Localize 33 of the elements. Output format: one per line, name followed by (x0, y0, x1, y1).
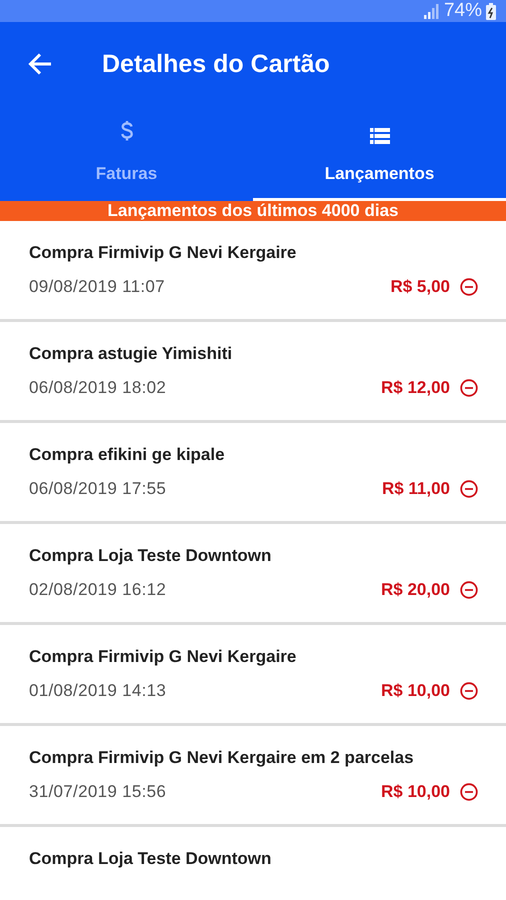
list-icon (370, 128, 390, 144)
transaction-date: 01/08/2019 14:13 (29, 681, 166, 701)
minus-circle-icon (460, 682, 478, 700)
transaction-description: Compra efikini ge kipale (29, 445, 225, 465)
transaction-amount: R$ 12,00 (381, 378, 450, 398)
transaction-description: Compra Firmivip G Nevi Kergaire em 2 parcelas (29, 748, 414, 768)
transaction-description: Compra Firmivip G Nevi Kergaire (29, 243, 296, 263)
transaction-date: 31/07/2019 15:56 (29, 782, 166, 802)
minus-circle-icon (460, 581, 478, 599)
transaction-description: Compra astugie Yimishiti (29, 344, 232, 364)
transaction-amount: R$ 5,00 (390, 277, 450, 297)
transaction-amount: R$ 10,00 (381, 681, 450, 701)
battery-charging-icon (486, 2, 496, 20)
transaction-date: 02/08/2019 16:12 (29, 580, 166, 600)
transaction-amount: R$ 11,00 (382, 479, 450, 499)
minus-circle-icon (460, 379, 478, 397)
back-arrow-icon (28, 53, 52, 75)
transaction-date: 06/08/2019 17:55 (29, 479, 166, 499)
transaction-description: Compra Firmivip G Nevi Kergaire (29, 647, 296, 667)
transaction-description: Compra Loja Teste Downtown (29, 849, 272, 869)
period-banner: Lançamentos dos últimos 4000 dias (0, 201, 506, 221)
transaction-date: 06/08/2019 18:02 (29, 378, 166, 398)
transaction-amount: R$ 10,00 (381, 782, 450, 802)
tab[interactable]: Faturas (0, 106, 253, 201)
transaction-date: 09/08/2019 11:07 (29, 277, 165, 297)
minus-circle-icon (460, 783, 478, 801)
battery-level: 74% (444, 0, 482, 22)
screen-title: Detalhes do Cartão (102, 50, 330, 78)
transaction-amount: R$ 20,00 (381, 580, 450, 600)
minus-circle-icon (460, 278, 478, 296)
transaction-description: Compra Loja Teste Downtown (29, 546, 272, 566)
minus-circle-icon (460, 480, 478, 498)
signal-icon (424, 3, 440, 19)
